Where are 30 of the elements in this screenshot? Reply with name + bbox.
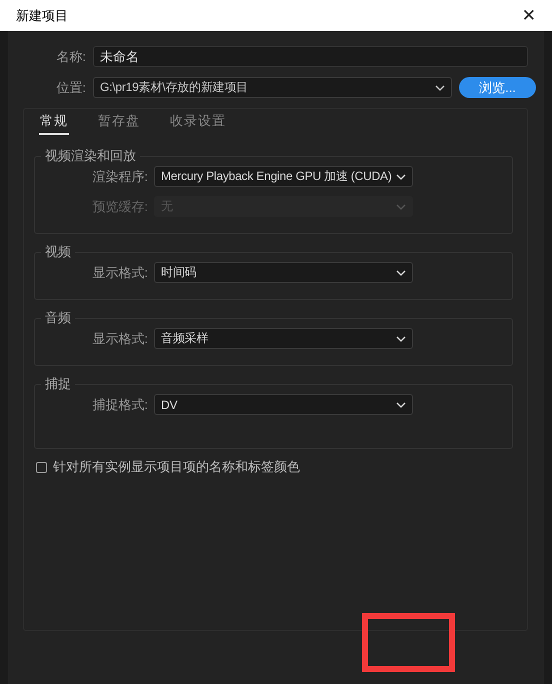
name-field[interactable]: 未命名 <box>93 46 528 67</box>
chevron-icon <box>396 204 406 210</box>
dropdown[interactable]: 音频采样 <box>154 328 413 349</box>
window-title: 新建项目 <box>16 6 68 24</box>
field-label: 渲染程序: <box>91 168 148 186</box>
group-title: 音频 <box>44 309 72 327</box>
dropdown[interactable]: G:\pr19素材\存放的新建项目 <box>93 77 452 98</box>
tab[interactable]: 收录设置 <box>169 112 227 135</box>
dropdown[interactable]: Mercury Playback Engine GPU 加速 (CUDA) <box>154 166 413 187</box>
group-title: 视频渲染和回放 <box>44 147 137 165</box>
field-label: 位置: <box>55 78 86 96</box>
tab[interactable]: 常规 <box>39 112 69 135</box>
field-label: 名称: <box>55 48 86 66</box>
chevron-icon <box>396 402 406 408</box>
dropdown[interactable]: 时间码 <box>154 262 413 283</box>
field-label: 捕捉格式: <box>91 396 148 414</box>
field-label: 显示格式: <box>91 330 148 348</box>
checkbox-label: 针对所有实例显示项目项的名称和标签颜色 <box>53 458 300 476</box>
group-title: 视频 <box>44 243 72 261</box>
chevron-icon <box>396 270 406 276</box>
checkbox[interactable] <box>36 462 47 472</box>
dropdown[interactable]: DV <box>154 394 413 415</box>
group-title: 捕捉 <box>44 375 72 393</box>
tab[interactable]: 暂存盘 <box>97 112 141 135</box>
chevron-icon <box>435 84 445 90</box>
close-button[interactable]: ✕ <box>518 6 540 26</box>
field-label: 显示格式: <box>91 264 148 282</box>
chevron-icon <box>396 174 406 180</box>
chevron-icon <box>396 336 406 342</box>
field-label: 预览缓存: <box>91 198 148 216</box>
